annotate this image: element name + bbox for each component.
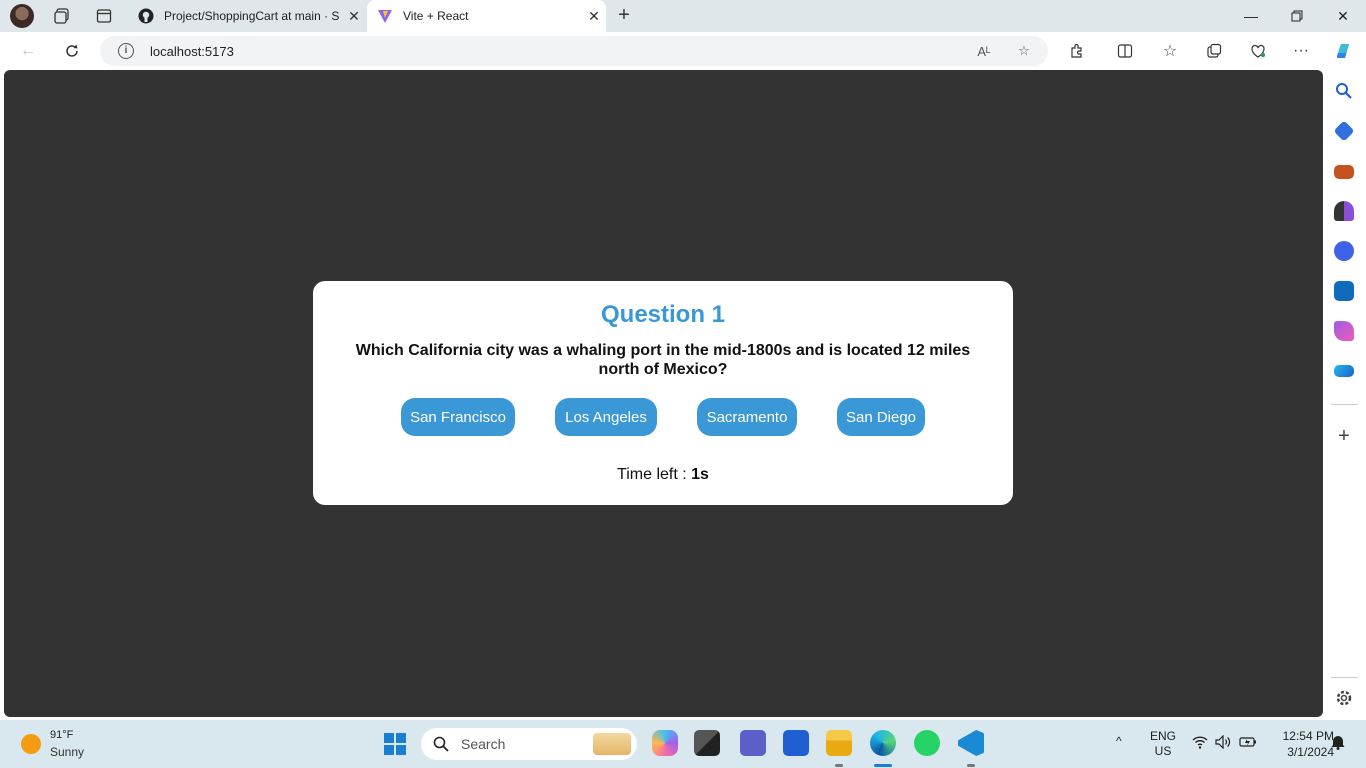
sun-weather-icon[interactable] [21,734,41,754]
back-icon[interactable]: ← [14,38,42,64]
shopping-tag-icon[interactable] [1333,120,1355,142]
search-icon[interactable] [1334,81,1354,101]
edge-sidebar: + [1323,70,1366,718]
browser-tab-bar: Project/ShoppingCart at main · S ✕ Vite … [0,0,1366,32]
close-window-icon[interactable]: ✕ [1320,0,1366,32]
question-text: Which California city was a whaling port… [355,342,971,378]
favorite-star-icon[interactable]: ☆ [1014,41,1034,61]
restore-icon[interactable] [1274,0,1320,32]
taskbar-search[interactable]: Search [421,728,637,760]
file-explorer-running-indicator [835,764,843,767]
close-tab-icon[interactable]: ✕ [342,8,366,25]
tab-actions-icon[interactable] [94,6,114,26]
weather-condition[interactable]: Sunny [50,745,84,759]
show-hidden-icons-chevron-icon[interactable]: ^ [1116,734,1122,748]
edge-icon[interactable] [870,730,896,756]
question-title: Question 1 [600,301,726,328]
option-button-los-angeles[interactable]: Los Angeles [555,398,657,436]
add-sidebar-app-icon[interactable]: + [1334,426,1354,446]
option-button-san-francisco[interactable]: San Francisco [401,398,515,436]
settings-gear-icon[interactable] [1334,688,1354,708]
vscode-running-indicator [967,764,975,767]
quiz-card: Question 1 Which California city was a w… [313,281,1013,505]
browser-toolbar: ← i localhost:5173 Aᴸ ☆ ☆ ··· [0,32,1366,70]
close-tab-icon[interactable]: ✕ [582,8,606,25]
site-info-icon[interactable]: i [118,43,134,59]
page-viewport: Question 1 Which California city was a w… [4,70,1323,717]
terminal-icon[interactable] [694,730,720,756]
battery-icon[interactable] [1239,735,1257,752]
notification-bell-icon[interactable] [1331,734,1345,753]
language-code: ENG [1149,729,1176,743]
new-tab-icon[interactable]: + [612,4,636,28]
workspaces-icon[interactable] [52,6,72,26]
windows-start-icon[interactable] [384,733,406,755]
outlook-icon[interactable] [1334,281,1354,301]
tab-title: Vite + React [403,9,469,23]
microsoft-store-icon[interactable] [783,730,809,756]
clock-time: 12:54 PM [1282,729,1334,743]
extensions-icon[interactable] [1063,38,1091,64]
timer-value: 1s [691,466,709,483]
browser-essentials-icon[interactable] [1244,38,1272,64]
timer: Time left : 1s [313,466,1013,484]
clock-date: 3/1/2024 [1287,745,1334,759]
copilot-taskbar-icon[interactable] [652,730,678,756]
games-icon[interactable] [1334,201,1354,221]
sidebar-separator [1331,404,1358,405]
sidebar-separator [1331,677,1358,678]
teams-icon[interactable] [740,730,766,756]
vite-icon [377,8,393,24]
address-bar[interactable]: i localhost:5173 Aᴸ ☆ [100,36,1048,66]
more-options-icon[interactable]: ··· [1287,38,1315,64]
url-text[interactable]: localhost:5173 [150,44,234,59]
volume-icon[interactable] [1215,734,1231,752]
copilot-icon[interactable] [1329,38,1357,64]
split-screen-icon[interactable] [1111,38,1139,64]
github-icon [138,8,154,24]
option-button-sacramento[interactable]: Sacramento [697,398,797,436]
favorites-icon[interactable]: ☆ [1156,38,1184,64]
edge-active-indicator [874,764,892,767]
whatsapp-icon[interactable] [914,730,940,756]
drop-icon[interactable] [1334,365,1354,377]
vscode-icon[interactable] [958,730,984,756]
system-clock[interactable]: 12:54 PM 3/1/2024 [1262,728,1334,760]
search-placeholder: Search [461,736,506,752]
designer-icon[interactable] [1334,321,1354,341]
microsoft-365-icon[interactable] [1334,241,1354,261]
minimize-icon[interactable]: — [1228,0,1274,32]
tab-github[interactable]: Project/ShoppingCart at main · S ✕ [128,0,366,32]
tab-vite-react[interactable]: Vite + React ✕ [367,0,606,32]
search-icon [433,736,449,752]
tools-briefcase-icon[interactable] [1334,165,1354,179]
wifi-icon[interactable] [1192,735,1208,752]
option-button-san-diego[interactable]: San Diego [837,398,925,436]
windows-taskbar: 91°F Sunny Search ^ ENG US 12:54 PM 3/1/… [0,720,1366,768]
read-aloud-icon[interactable]: Aᴸ [974,41,994,61]
tab-title: Project/ShoppingCart at main · S [164,9,340,23]
file-explorer-icon[interactable] [826,730,852,756]
language-indicator[interactable]: ENG US [1148,729,1178,759]
weather-temperature[interactable]: 91°F [50,729,73,741]
timer-label: Time left : [617,466,692,483]
search-highlight-image [593,733,631,755]
collections-icon[interactable] [1200,38,1228,64]
region-code: US [1154,744,1172,758]
profile-avatar[interactable] [10,4,34,28]
refresh-icon[interactable] [58,38,86,64]
